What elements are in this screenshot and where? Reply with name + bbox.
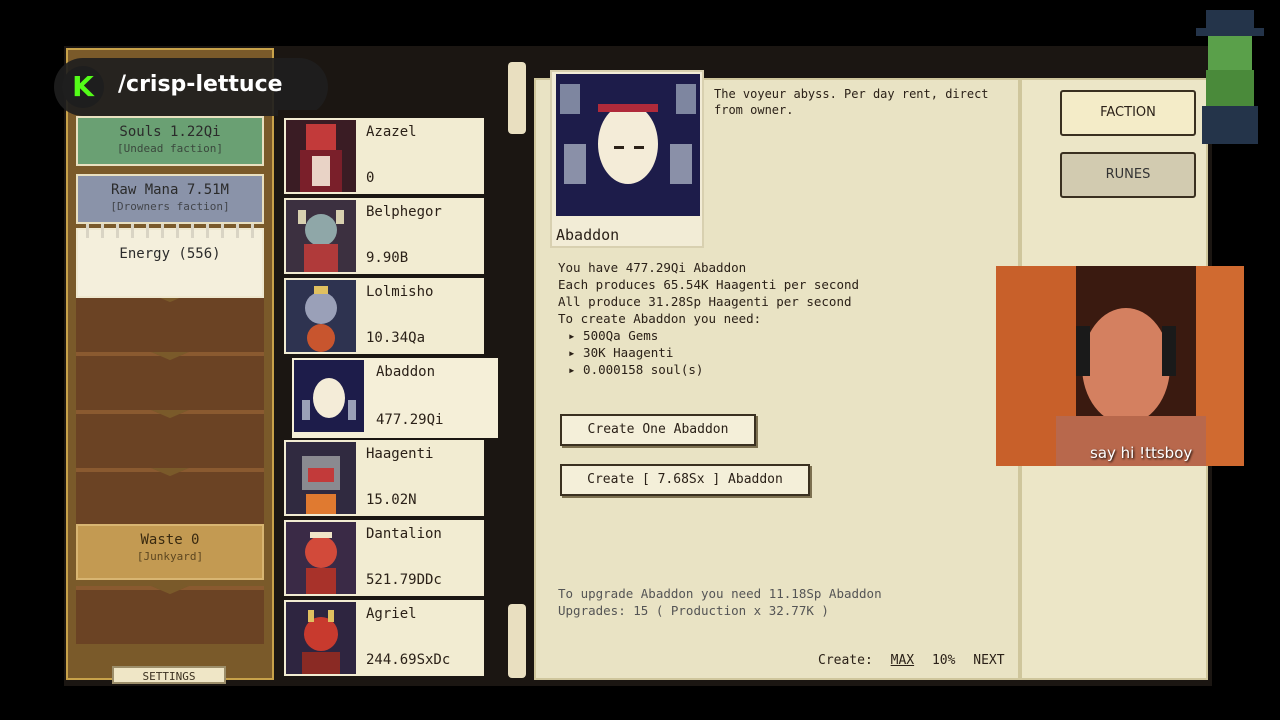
demon-count: 244.69SxDc — [366, 652, 451, 668]
webcam-feed — [996, 266, 1244, 466]
demon-name: Belphegor — [366, 204, 442, 220]
demon-name: Lolmisho — [366, 284, 434, 300]
waste-label: Waste 0 — [140, 532, 200, 548]
abaddon-portrait-icon — [556, 74, 700, 216]
demon-list: Azazel 0 Belphegor 9.90B Lolmisho 10.34Q… — [278, 110, 498, 686]
stat-all-produce: All produce 31.28Sp Haagenti per second — [558, 294, 852, 309]
demon-count: 15.02N — [366, 492, 417, 508]
create-max-button[interactable]: Create [ 7.68Sx ] Abaddon — [560, 464, 810, 496]
upgrade-count: Upgrades: 15 ( Production x 32.77K ) — [558, 603, 829, 618]
notebook-rings — [86, 224, 256, 238]
demon-portrait-icon — [286, 200, 356, 272]
stat-requirements-header: To create Abaddon you need: — [558, 311, 762, 326]
scroll-up-handle[interactable] — [508, 62, 526, 134]
settings-button[interactable]: SETTINGS — [112, 666, 226, 684]
scroll-down-handle[interactable] — [508, 604, 526, 678]
create-amount-selector: Create: MAX 10% NEXT — [818, 653, 1015, 668]
demon-count: 477.29Qi — [376, 412, 444, 428]
demon-name: Haagenti — [366, 446, 434, 462]
create-next-option[interactable]: NEXT — [973, 653, 1004, 668]
empty-slot — [76, 586, 264, 644]
demon-count: 9.90B — [366, 250, 409, 266]
raw-mana-resource[interactable]: Raw Mana 7.51M [Drowners faction] — [76, 174, 264, 224]
souls-faction: [Undead faction] — [117, 142, 223, 155]
kick-logo-icon: K — [62, 66, 104, 108]
demon-count: 10.34Qa — [366, 330, 426, 346]
create-max-option[interactable]: MAX — [891, 653, 914, 668]
demon-name: Agriel — [366, 606, 417, 622]
demon-name: Dantalion — [366, 526, 442, 542]
souls-resource[interactable]: Souls 1.22Qi [Undead faction] — [76, 116, 264, 166]
list-item[interactable]: Dantalion 521.79DDc — [284, 520, 484, 596]
demon-portrait-icon — [286, 522, 356, 594]
list-item[interactable]: Azazel 0 — [284, 118, 484, 194]
demon-portrait-icon — [294, 360, 364, 432]
waste-faction: [Junkyard] — [136, 550, 204, 563]
list-item[interactable]: Haagenti 15.02N — [284, 440, 484, 516]
upgrade-requirement: To upgrade Abaddon you need 11.18Sp Abad… — [558, 586, 882, 601]
empty-slot — [76, 352, 264, 410]
stat-owned: You have 477.29Qi Abaddon — [558, 260, 747, 275]
create-one-button[interactable]: Create One Abaddon — [560, 414, 756, 446]
empty-slot — [76, 468, 264, 526]
energy-label: Energy (556) — [119, 246, 221, 262]
channel-name: /crisp-lettuce — [118, 72, 283, 97]
demon-name: Abaddon — [376, 364, 436, 380]
detail-demon-name: Abaddon — [556, 226, 620, 244]
list-item[interactable]: Lolmisho 10.34Qa — [284, 278, 484, 354]
mana-faction: [Drowners faction] — [110, 200, 230, 213]
demon-portrait-icon — [286, 442, 356, 514]
demon-portrait-icon — [286, 280, 356, 352]
runes-button[interactable]: RUNES — [1060, 152, 1196, 198]
create-label: Create: — [818, 653, 873, 668]
souls-label: Souls 1.22Qi — [119, 124, 221, 140]
streamer-avatar-icon — [1192, 6, 1268, 144]
list-item[interactable]: Belphegor 9.90B — [284, 198, 484, 274]
demon-name: Azazel — [366, 124, 417, 140]
empty-slot — [76, 294, 264, 352]
list-item-selected[interactable]: Abaddon 477.29Qi — [292, 358, 498, 438]
demon-portrait-icon — [286, 120, 356, 192]
requirement-item: ▸ 0.000158 soul(s) — [568, 362, 704, 377]
requirement-item: ▸ 30K Haagenti — [568, 345, 674, 360]
mana-label: Raw Mana 7.51M — [110, 182, 229, 198]
demon-portrait-icon — [286, 602, 356, 674]
demon-count: 521.79DDc — [366, 572, 442, 588]
waste-resource[interactable]: Waste 0 [Junkyard] — [76, 524, 264, 580]
create-10pct-option[interactable]: 10% — [932, 653, 955, 668]
stat-each-produces: Each produces 65.54K Haagenti per second — [558, 277, 860, 292]
demon-count: 0 — [366, 170, 375, 186]
list-item[interactable]: Agriel 244.69SxDc — [284, 600, 484, 676]
empty-slot — [76, 410, 264, 468]
webcam-caption: say hi !ttsboy — [1090, 444, 1193, 462]
energy-resource[interactable]: Energy (556) — [76, 228, 264, 298]
resource-column: Souls 1.22Qi [Undead faction] Raw Mana 7… — [66, 48, 274, 680]
demon-description: The voyeur abyss. Per day rent, direct f… — [714, 87, 989, 117]
requirement-item: ▸ 500Qa Gems — [568, 328, 659, 343]
faction-button[interactable]: FACTION — [1060, 90, 1196, 136]
